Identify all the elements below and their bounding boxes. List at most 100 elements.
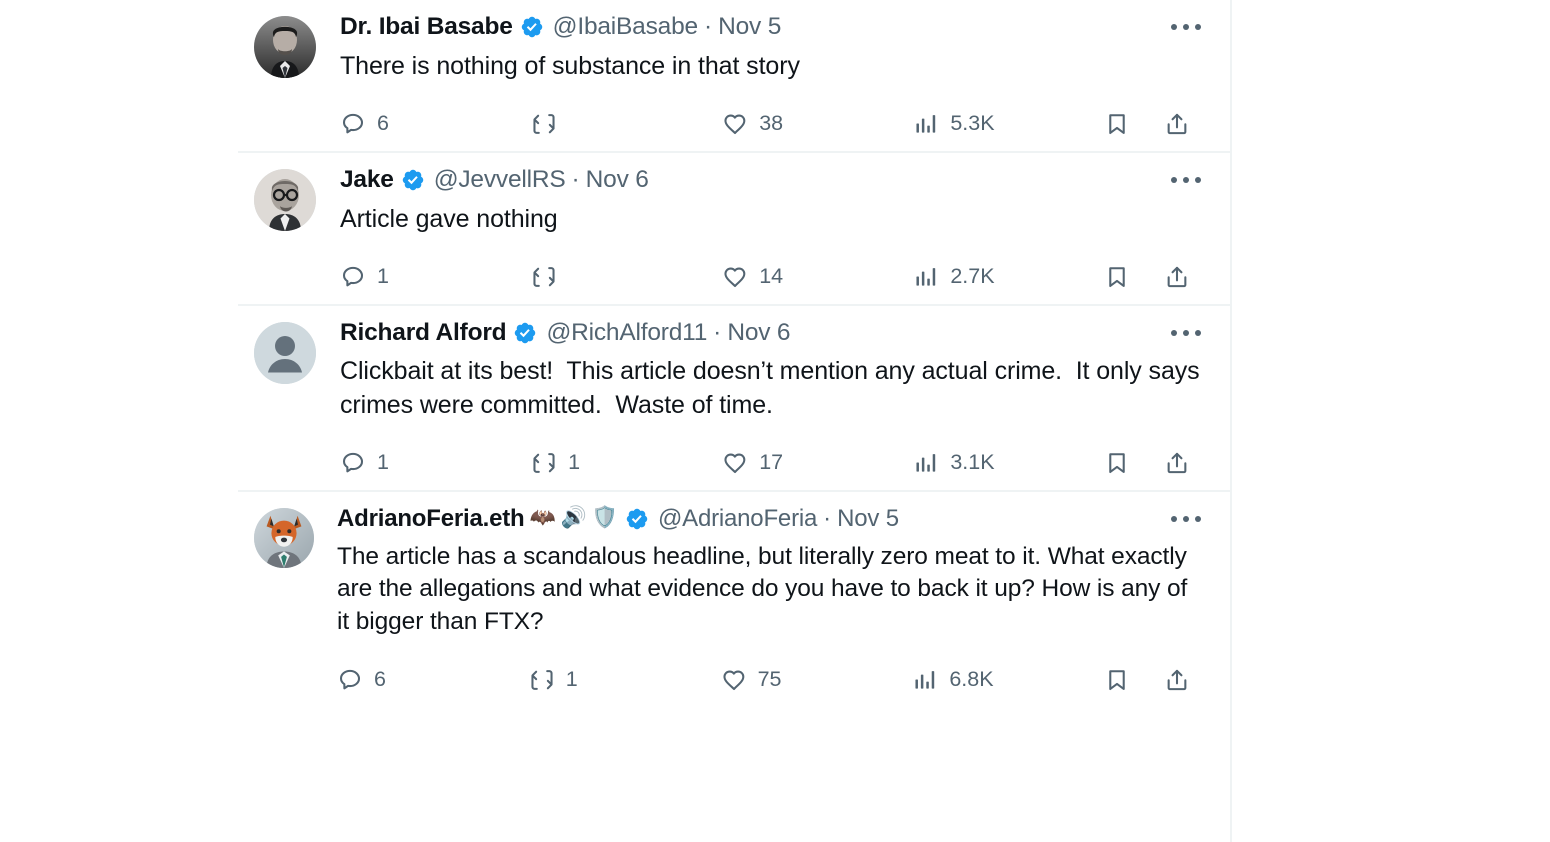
tweet-actions: 1 14 2.7K [340, 254, 1204, 300]
reply-icon [337, 667, 363, 693]
tweet-author-line: Richard Alford @RichAlford11 · Nov 6 [340, 318, 1204, 349]
reply-button[interactable]: 1 [340, 450, 531, 476]
bookmark-icon [1104, 450, 1130, 476]
verified-badge-icon [625, 507, 649, 531]
views-count: 6.8K [949, 667, 994, 692]
views-count: 3.1K [950, 450, 995, 475]
views-icon [913, 264, 939, 290]
avatar-column [254, 12, 320, 78]
share-button[interactable] [1164, 111, 1204, 137]
tweet-richard-alford[interactable]: Richard Alford @RichAlford11 · Nov 6 Cli… [238, 303, 1230, 490]
tweet-text: The article has a scandalous headline, b… [337, 542, 1194, 636]
like-button[interactable]: 14 [722, 264, 913, 290]
repost-button[interactable] [531, 111, 722, 137]
reply-button[interactable]: 6 [340, 111, 531, 137]
repost-button[interactable]: 1 [529, 667, 721, 693]
more-options-icon[interactable] [1166, 318, 1206, 348]
tweet-date[interactable]: Nov 5 [837, 504, 899, 534]
reply-count: 6 [374, 667, 386, 692]
like-count: 38 [759, 111, 784, 136]
tweet-body: Jake @JevvellRS · Nov 6 Article gave not… [320, 165, 1214, 300]
bookmark-icon [1104, 264, 1130, 290]
share-button[interactable] [1164, 667, 1204, 693]
separator-dot: · [703, 13, 713, 40]
views-button[interactable]: 2.7K [913, 264, 1104, 290]
repost-count: 1 [568, 450, 581, 475]
more-options-icon[interactable] [1166, 12, 1206, 42]
share-icon [1164, 450, 1190, 476]
author-handle[interactable]: @RichAlford11 [546, 318, 707, 349]
author-handle[interactable]: @IbaiBasabe [553, 12, 698, 43]
like-button[interactable]: 75 [721, 667, 913, 693]
reply-icon [340, 111, 366, 137]
author-display-name[interactable]: Richard Alford [340, 318, 507, 349]
reply-count: 1 [377, 450, 389, 475]
verified-badge-icon [513, 321, 537, 345]
share-icon [1164, 264, 1190, 290]
avatar-column [254, 318, 320, 384]
like-count: 75 [757, 667, 782, 692]
share-icon [1164, 667, 1190, 693]
reply-icon [340, 264, 366, 290]
repost-button[interactable]: 1 [531, 450, 722, 476]
author-display-name[interactable]: Jake [340, 165, 394, 196]
tweet-actions: 1 1 17 3.1K [340, 440, 1204, 486]
repost-count: 1 [565, 667, 578, 692]
repost-icon [529, 667, 555, 693]
like-icon [722, 450, 748, 476]
tweet-author-line: AdrianoFeria.eth 🦇 🔊 🛡️ @AdrianoFeria · No… [337, 504, 1204, 534]
like-count: 14 [759, 264, 784, 289]
author-badge-0: 🦇 [529, 506, 556, 530]
bookmark-button[interactable] [1104, 667, 1164, 693]
bookmark-button[interactable] [1104, 264, 1164, 290]
more-options-icon[interactable] [1166, 165, 1206, 195]
like-icon [722, 264, 748, 290]
more-options-icon[interactable] [1166, 504, 1206, 534]
tweet-body: AdrianoFeria.eth 🦇 🔊 🛡️ @AdrianoFeria · No… [320, 504, 1214, 703]
avatar-column [254, 504, 320, 568]
tweet-adrianoferia[interactable]: AdrianoFeria.eth 🦇 🔊 🛡️ @AdrianoFeria · No… [238, 489, 1230, 707]
reply-icon [340, 450, 366, 476]
reply-count: 1 [377, 264, 389, 289]
reply-count: 6 [377, 111, 389, 136]
tweet-date[interactable]: Nov 6 [727, 318, 790, 349]
verified-badge-icon [401, 168, 425, 192]
avatar-photo-fox-suit[interactable] [254, 507, 314, 568]
tweet-text: Clickbait at its best! This article does… [340, 357, 1207, 419]
author-display-name[interactable]: Dr. Ibai Basabe [340, 12, 513, 43]
author-handle[interactable]: @JevvellRS [434, 165, 566, 196]
like-icon [722, 111, 748, 137]
tweet-date[interactable]: Nov 5 [718, 12, 781, 43]
views-button[interactable]: 3.1K [913, 450, 1104, 476]
avatar-default-placeholder[interactable] [254, 321, 316, 384]
bookmark-button[interactable] [1104, 111, 1164, 137]
author-badges: 🦇 🔊 🛡️ [525, 507, 618, 530]
reply-button[interactable]: 6 [337, 667, 529, 693]
tweet-actions: 6 38 5.3K [340, 101, 1204, 147]
repost-icon [531, 264, 557, 290]
share-button[interactable] [1164, 450, 1204, 476]
views-icon [913, 111, 939, 137]
share-icon [1164, 111, 1190, 137]
views-button[interactable]: 6.8K [912, 667, 1104, 693]
author-handle[interactable]: @AdrianoFeria [658, 504, 817, 534]
like-count: 17 [759, 450, 784, 475]
tweet-author-line: Jake @JevvellRS · Nov 6 [340, 165, 1204, 196]
views-icon [913, 450, 939, 476]
tweet-ibai-basabe[interactable]: Dr. Ibai Basabe @IbaiBasabe · Nov 5 Ther… [238, 0, 1230, 151]
tweet-text: There is nothing of substance in that st… [340, 51, 800, 80]
avatar-photo-older-man-glasses[interactable] [254, 168, 316, 231]
repost-button[interactable] [531, 264, 722, 290]
tweet-jake[interactable]: Jake @JevvellRS · Nov 6 Article gave not… [238, 150, 1230, 304]
reply-button[interactable]: 1 [340, 264, 531, 290]
author-display-name[interactable]: AdrianoFeria.eth [337, 504, 525, 534]
like-button[interactable]: 17 [722, 450, 913, 476]
like-button[interactable]: 38 [722, 111, 913, 137]
tweet-date[interactable]: Nov 6 [586, 165, 649, 196]
tweet-body: Richard Alford @RichAlford11 · Nov 6 Cli… [320, 318, 1214, 486]
bookmark-button[interactable] [1104, 450, 1164, 476]
views-button[interactable]: 5.3K [913, 111, 1104, 137]
share-button[interactable] [1164, 264, 1204, 290]
avatar-photo-man-suit[interactable] [254, 16, 316, 78]
views-icon [912, 667, 938, 693]
